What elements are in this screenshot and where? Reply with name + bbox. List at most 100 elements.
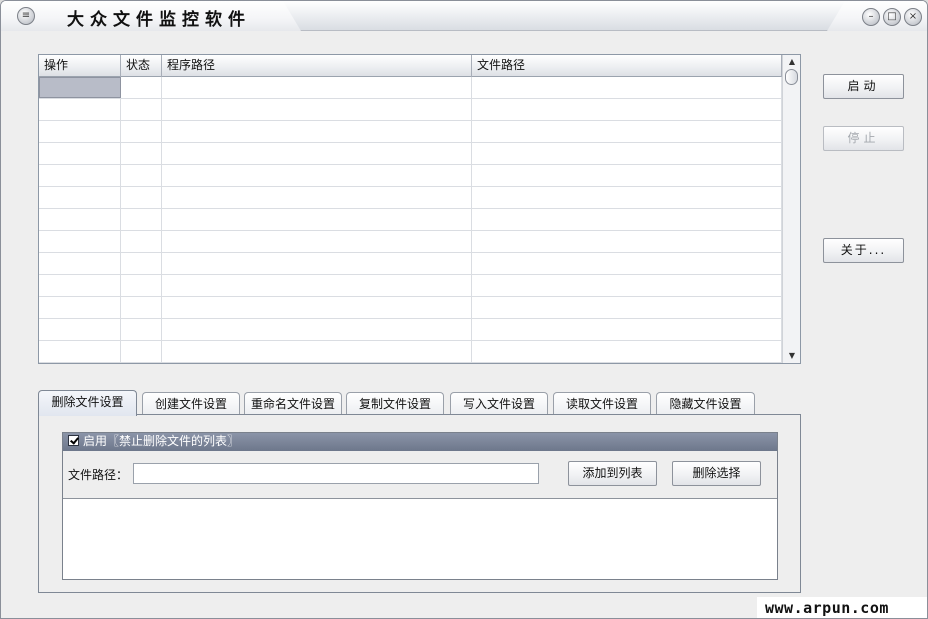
table-cell[interactable] [39, 319, 121, 340]
enable-checkbox-row[interactable]: 启用〖禁止删除文件的列表〗 [63, 433, 777, 451]
table-cell[interactable] [472, 143, 782, 164]
table-cell[interactable] [121, 275, 162, 296]
table-cell[interactable] [162, 165, 472, 186]
title-bar[interactable]: ≡ 大众文件监控软件 – □ × [1, 1, 927, 31]
tab-write-settings[interactable]: 写入文件设置 [450, 392, 548, 415]
table-row[interactable] [39, 319, 782, 341]
table-cell[interactable] [162, 275, 472, 296]
table-row[interactable] [39, 341, 782, 363]
minimize-icon[interactable]: – [862, 8, 880, 26]
scroll-down-icon[interactable]: ▼ [783, 349, 800, 363]
about-button[interactable]: 关于... [823, 238, 904, 263]
menu-icon[interactable]: ≡ [17, 7, 35, 25]
table-cell[interactable] [162, 253, 472, 274]
table-cell[interactable] [121, 253, 162, 274]
table-row[interactable] [39, 121, 782, 143]
table-cell[interactable] [121, 297, 162, 318]
table-cell[interactable] [121, 77, 162, 98]
table-cell[interactable] [472, 187, 782, 208]
table-cell[interactable] [472, 209, 782, 230]
tab-panel-delete-settings: 启用〖禁止删除文件的列表〗 文件路径： 添加到列表 删除选择 [38, 414, 801, 593]
delete-selected-button[interactable]: 删除选择 [672, 461, 761, 486]
tab-delete-settings[interactable]: 删除文件设置 [38, 390, 137, 416]
tab-create-settings[interactable]: 创建文件设置 [142, 392, 240, 415]
tab-copy-settings[interactable]: 复制文件设置 [346, 392, 444, 415]
table-cell[interactable] [121, 99, 162, 120]
table-cell[interactable] [39, 121, 121, 142]
table-cell[interactable] [39, 341, 121, 362]
table-row[interactable] [39, 187, 782, 209]
table-row[interactable] [39, 143, 782, 165]
table-row[interactable] [39, 77, 782, 99]
table-cell[interactable] [121, 121, 162, 142]
file-path-input[interactable] [133, 463, 539, 484]
table-scrollbar[interactable]: ▲ ▼ [782, 55, 800, 363]
table-cell[interactable] [162, 319, 472, 340]
column-header-file-path[interactable]: 文件路径 [472, 55, 782, 77]
monitor-table[interactable]: 操作 状态 程序路径 文件路径 ▲ ▼ [38, 54, 801, 364]
table-cell[interactable] [39, 297, 121, 318]
table-cell[interactable] [39, 275, 121, 296]
table-cell[interactable] [472, 341, 782, 362]
table-row[interactable] [39, 253, 782, 275]
table-cell[interactable] [39, 253, 121, 274]
table-cell[interactable] [39, 77, 121, 98]
watermark-text: www.arpun.com [757, 597, 927, 618]
table-cell[interactable] [472, 297, 782, 318]
table-cell[interactable] [39, 99, 121, 120]
table-cell[interactable] [39, 165, 121, 186]
window-title: 大众文件监控软件 [67, 10, 251, 30]
add-to-list-button[interactable]: 添加到列表 [568, 461, 657, 486]
scroll-up-icon[interactable]: ▲ [783, 55, 800, 69]
start-button[interactable]: 启动 [823, 74, 904, 99]
table-cell[interactable] [472, 319, 782, 340]
table-cell[interactable] [121, 231, 162, 252]
table-cell[interactable] [121, 165, 162, 186]
table-cell[interactable] [162, 231, 472, 252]
table-row[interactable] [39, 165, 782, 187]
table-cell[interactable] [39, 231, 121, 252]
table-cell[interactable] [162, 77, 472, 98]
table-cell[interactable] [162, 187, 472, 208]
table-cell[interactable] [162, 209, 472, 230]
column-header-status[interactable]: 状态 [121, 55, 162, 77]
table-row[interactable] [39, 275, 782, 297]
maximize-icon[interactable]: □ [883, 8, 901, 26]
table-row[interactable] [39, 99, 782, 121]
table-cell[interactable] [162, 297, 472, 318]
tab-read-settings[interactable]: 读取文件设置 [553, 392, 651, 415]
protected-files-list[interactable] [63, 500, 777, 579]
table-cell[interactable] [472, 165, 782, 186]
table-cell[interactable] [472, 253, 782, 274]
table-row[interactable] [39, 297, 782, 319]
scroll-thumb[interactable] [785, 69, 798, 85]
stop-button[interactable]: 停止 [823, 126, 904, 151]
column-header-action[interactable]: 操作 [39, 55, 121, 77]
table-cell[interactable] [472, 77, 782, 98]
table-cell[interactable] [162, 341, 472, 362]
table-row[interactable] [39, 231, 782, 253]
table-cell[interactable] [162, 121, 472, 142]
table-cell[interactable] [472, 231, 782, 252]
tab-hide-settings[interactable]: 隐藏文件设置 [656, 392, 755, 415]
table-cell[interactable] [39, 209, 121, 230]
table-cell[interactable] [121, 319, 162, 340]
tab-rename-settings[interactable]: 重命名文件设置 [244, 392, 342, 415]
table-cell[interactable] [121, 341, 162, 362]
table-cell[interactable] [121, 187, 162, 208]
file-path-label: 文件路径： [68, 468, 129, 482]
table-row[interactable] [39, 209, 782, 231]
enable-checkbox[interactable] [68, 435, 79, 446]
table-cell[interactable] [39, 143, 121, 164]
enable-checkbox-label: 启用〖禁止删除文件的列表〗 [83, 434, 240, 448]
column-header-program-path[interactable]: 程序路径 [162, 55, 472, 77]
table-cell[interactable] [472, 99, 782, 120]
table-cell[interactable] [472, 121, 782, 142]
table-cell[interactable] [162, 143, 472, 164]
table-cell[interactable] [162, 99, 472, 120]
table-cell[interactable] [472, 275, 782, 296]
table-cell[interactable] [39, 187, 121, 208]
close-icon[interactable]: × [904, 8, 922, 26]
table-cell[interactable] [121, 209, 162, 230]
table-cell[interactable] [121, 143, 162, 164]
